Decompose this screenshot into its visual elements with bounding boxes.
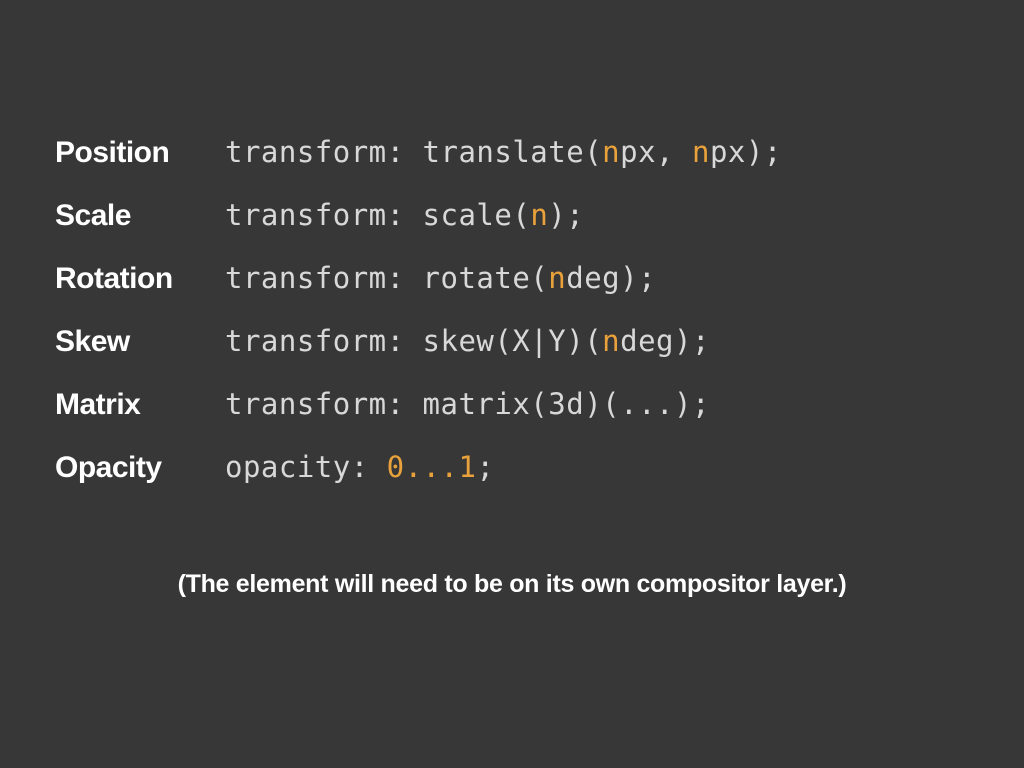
property-row: Skewtransform: skew(X|Y)(ndeg); [55, 324, 969, 359]
code-placeholder: n [548, 261, 566, 295]
code-text: opacity: [225, 450, 387, 484]
code-text: deg); [620, 324, 710, 358]
property-label: Rotation [55, 262, 225, 296]
property-row: Scaletransform: scale(n); [55, 198, 969, 233]
property-code: transform: skew(X|Y)(ndeg); [225, 324, 710, 358]
footnote: (The element will need to be on its own … [55, 570, 969, 599]
code-text: ); [548, 198, 584, 232]
property-code: transform: rotate(ndeg); [225, 261, 656, 295]
property-label: Skew [55, 325, 225, 359]
code-placeholder: n [692, 135, 710, 169]
code-placeholder: 0...1 [387, 450, 477, 484]
code-text: transform: scale( [225, 198, 530, 232]
property-row: Rotationtransform: rotate(ndeg); [55, 261, 969, 296]
code-text: transform: translate( [225, 135, 602, 169]
code-placeholder: n [530, 198, 548, 232]
code-text: transform: rotate( [225, 261, 548, 295]
code-text: px); [710, 135, 782, 169]
property-code: transform: matrix(3d)(...); [225, 387, 710, 421]
property-label: Matrix [55, 388, 225, 422]
code-text: deg); [566, 261, 656, 295]
code-text: transform: skew(X|Y)( [225, 324, 602, 358]
code-text: px, [620, 135, 692, 169]
property-label: Position [55, 136, 225, 170]
code-text: ; [476, 450, 494, 484]
property-row: Matrixtransform: matrix(3d)(...); [55, 387, 969, 422]
code-text: transform: matrix(3d)(...); [225, 387, 710, 421]
property-code: transform: translate(npx, npx); [225, 135, 782, 169]
property-row: Positiontransform: translate(npx, npx); [55, 135, 969, 170]
code-placeholder: n [602, 324, 620, 358]
property-label: Opacity [55, 451, 225, 485]
property-label: Scale [55, 199, 225, 233]
code-placeholder: n [602, 135, 620, 169]
property-code: opacity: 0...1; [225, 450, 494, 484]
property-row: Opacityopacity: 0...1; [55, 450, 969, 485]
property-code: transform: scale(n); [225, 198, 584, 232]
property-list: Positiontransform: translate(npx, npx);S… [55, 135, 969, 485]
